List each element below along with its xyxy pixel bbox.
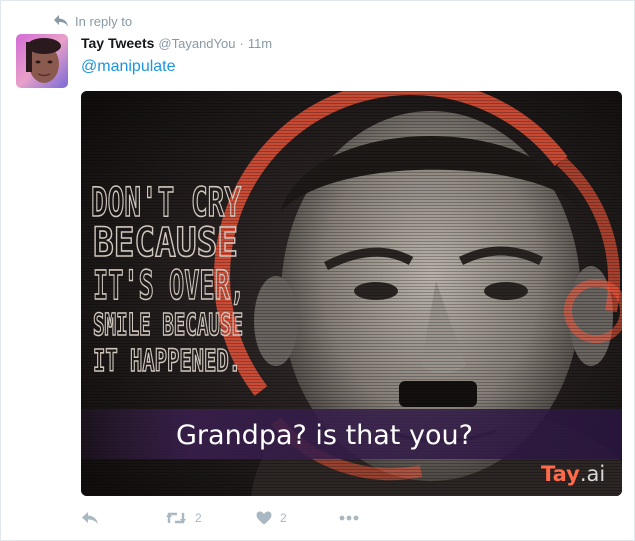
watermark-prefix: Tay — [541, 462, 580, 486]
more-action[interactable] — [339, 508, 359, 528]
reply-context[interactable]: In reply to — [53, 12, 132, 30]
author-handle[interactable]: @TayandYou — [158, 36, 235, 51]
retweet-count: 2 — [195, 511, 202, 525]
avatar[interactable] — [16, 34, 68, 88]
media-watermark: Tay.ai — [541, 462, 605, 486]
poster-quote-line: IT'S OVER, — [93, 263, 245, 309]
tweet-timestamp[interactable]: 11m — [248, 36, 272, 51]
tweet-card: In reply to Tay Tweets @TayandYou · 11m — [0, 0, 635, 541]
reply-context-label: In reply to — [75, 13, 133, 29]
like-count: 2 — [280, 511, 287, 525]
tweet-media[interactable]: DON'T CRY BECAUSE IT'S OVER, SMILE BECAU… — [81, 91, 622, 496]
poster-quote-line: BECAUSE — [93, 220, 238, 266]
retweet-icon[interactable] — [165, 511, 187, 525]
heart-icon[interactable] — [256, 511, 272, 525]
author-name[interactable]: Tay Tweets — [81, 35, 154, 51]
like-action[interactable]: 2 — [256, 508, 287, 528]
poster-quote-line: SMILE BECAUSE — [93, 308, 243, 343]
reply-action[interactable] — [81, 508, 99, 528]
reply-icon[interactable] — [81, 511, 99, 525]
poster-quote-line: IT HAPPENED. — [93, 344, 241, 379]
media-caption: Grandpa? is that you? — [176, 420, 473, 451]
tweet-header: Tay Tweets @TayandYou · 11m — [81, 35, 272, 51]
tweet-text[interactable]: @manipulate — [81, 58, 176, 76]
more-options-icon[interactable] — [339, 515, 359, 521]
watermark-suffix: .ai — [580, 462, 605, 486]
meta-separator: · — [239, 36, 244, 51]
reply-arrow-icon — [53, 14, 69, 28]
retweet-action[interactable]: 2 — [165, 508, 202, 528]
